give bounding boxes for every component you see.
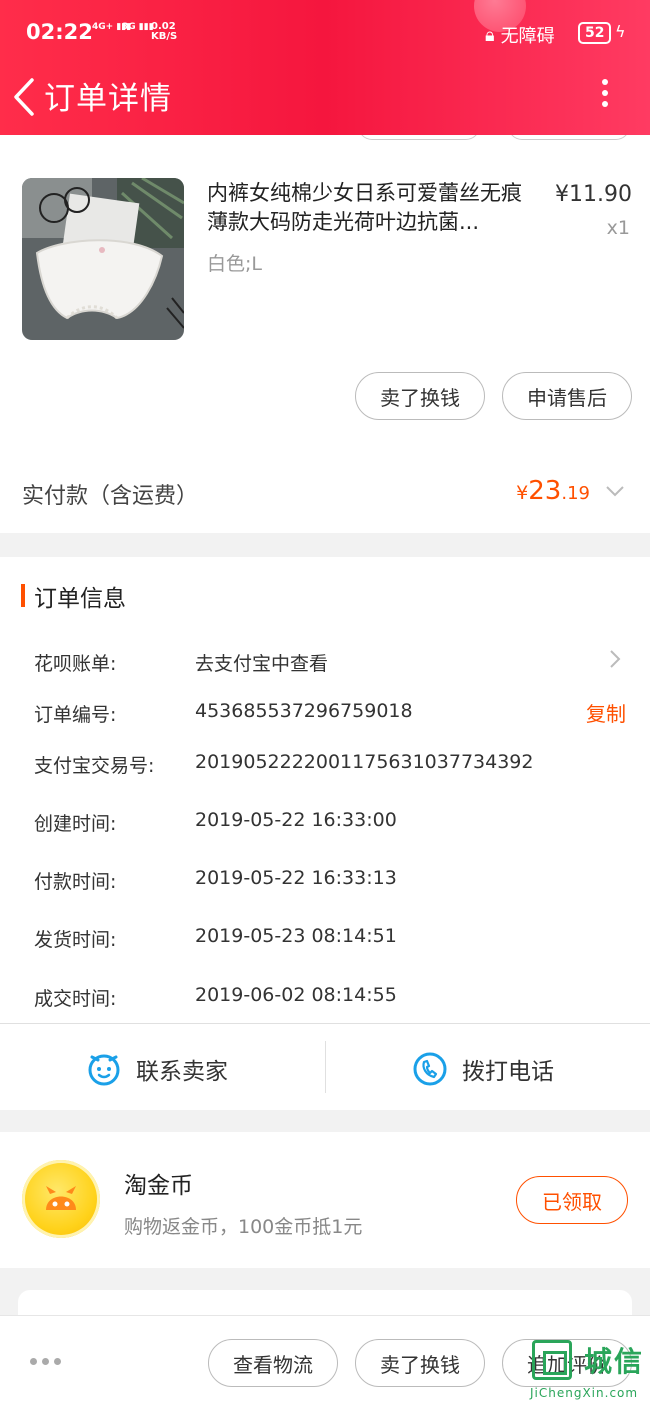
huabei-value[interactable]: 去支付宝中查看	[195, 649, 328, 676]
coin-subtitle: 购物返金币，100金币抵1元	[124, 1216, 363, 1238]
coin-face-icon	[46, 1186, 76, 1210]
signal-1-label: 4G+	[92, 22, 114, 32]
order-number-value: 453685537296759018	[195, 700, 413, 722]
net-speed-unit: KB/S	[151, 31, 178, 42]
call-phone-label: 拨打电话	[462, 1059, 554, 1085]
product-spec: 白色;L	[207, 253, 262, 275]
product-photo	[22, 178, 184, 340]
watermark: 城信 JiChengXin.com	[528, 1334, 650, 1408]
more-options-icon[interactable]	[595, 74, 615, 118]
total-label: 实付款（含运费）	[22, 484, 199, 509]
more-actions-icon[interactable]	[30, 1358, 61, 1365]
page-title: 订单详情	[44, 81, 172, 117]
battery-icon: 52	[578, 22, 612, 44]
total-amount-integer: 23	[528, 476, 562, 506]
chat-face-icon	[88, 1054, 120, 1086]
watermark-subtext: JiChengXin.com	[530, 1386, 639, 1400]
product-quantity: x1	[606, 217, 630, 239]
chevron-right-icon[interactable]	[607, 648, 623, 670]
accessibility-indicator: 🔒︎ 无障碍	[485, 22, 555, 48]
apply-after-sale-button[interactable]: 申请售后	[502, 372, 632, 420]
watermark-text: 城信	[584, 1345, 645, 1378]
phone-icon	[413, 1052, 447, 1086]
coin-claimed-button[interactable]: 已领取	[516, 1176, 628, 1224]
paid-time-label: 付款时间:	[34, 871, 117, 893]
signal-strength-icon-2: 3G ▮▮▮	[122, 22, 154, 32]
app-header: 02:22 4G+ ▮▮▮ 3G ▮▮▮ 0.02 KB/S 🔒︎ 无障碍 52…	[0, 0, 650, 135]
chevron-down-icon[interactable]	[605, 481, 625, 501]
sell-for-cash-bottom-button[interactable]: 卖了换钱	[355, 1339, 485, 1387]
contact-seller-button[interactable]: 联系卖家	[86, 1045, 228, 1093]
back-arrow-icon[interactable]	[10, 72, 40, 122]
paid-time-value: 2019-05-22 16:33:13	[195, 867, 397, 889]
vertical-divider	[325, 1041, 326, 1093]
alipay-trade-label: 支付宝交易号:	[34, 755, 155, 777]
created-time-label: 创建时间:	[34, 813, 117, 835]
shipped-time-label: 发货时间:	[34, 929, 117, 951]
contact-seller-label: 联系卖家	[136, 1059, 228, 1085]
taobao-coin-card: 淘金币 购物返金币，100金币抵1元 已领取	[0, 1132, 650, 1268]
call-phone-button[interactable]: 拨打电话	[412, 1045, 554, 1093]
total-amount-decimal: .19	[561, 483, 590, 504]
completed-time-value: 2019-06-02 08:14:55	[195, 984, 397, 1006]
nav-bar: 订单详情	[0, 66, 650, 135]
section-title: 订单信息	[34, 586, 126, 612]
section-accent-bar	[21, 584, 25, 607]
watermark-logo-icon	[532, 1340, 572, 1380]
copy-button[interactable]: 复制	[586, 698, 626, 727]
net-speed: 0.02 KB/S	[151, 22, 177, 42]
product-title[interactable]: 内裤女纯棉少女日系可爱蕾丝无痕薄款大码防走光荷叶边抗菌...	[207, 179, 532, 237]
huabei-label: 花呗账单:	[34, 653, 117, 675]
product-price: ¥11.90	[555, 182, 632, 207]
product-card: 内裤女纯棉少女日系可爱蕾丝无痕薄款大码防走光荷叶边抗菌... 白色;L ¥11.…	[0, 123, 650, 533]
created-time-value: 2019-05-22 16:33:00	[195, 809, 397, 831]
order-number-label: 订单编号:	[34, 704, 117, 726]
total-amount: ¥23.19	[516, 476, 590, 506]
view-logistics-button[interactable]: 查看物流	[208, 1339, 338, 1387]
charging-icon: ϟ	[615, 22, 626, 41]
shipped-time-value: 2019-05-23 08:14:51	[195, 925, 397, 947]
sell-for-cash-button[interactable]: 卖了换钱	[355, 372, 485, 420]
lock-icon: 🔒︎	[485, 24, 495, 46]
accessibility-label: 无障碍	[500, 26, 555, 47]
product-image[interactable]	[22, 178, 184, 340]
alipay-trade-value: 2019052222001175631037734392	[195, 751, 534, 773]
coin-title: 淘金币	[124, 1173, 193, 1199]
total-currency: ¥	[516, 482, 529, 504]
order-info-card: 订单信息 花呗账单: 去支付宝中查看 订单编号: 453685537296759…	[0, 557, 650, 1110]
completed-time-label: 成交时间:	[34, 988, 117, 1010]
divider	[0, 1023, 650, 1024]
gold-coin-icon	[22, 1160, 100, 1238]
status-bar: 02:22 4G+ ▮▮▮ 3G ▮▮▮ 0.02 KB/S 🔒︎ 无障碍 52…	[0, 0, 650, 66]
status-time: 02:22	[26, 20, 93, 44]
signal-2-label: 3G	[122, 22, 136, 32]
